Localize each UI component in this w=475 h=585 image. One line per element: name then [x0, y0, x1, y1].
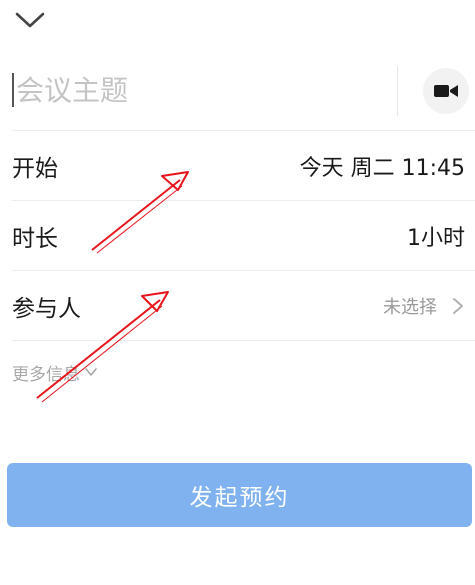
start-value: 今天 周二 11:45 — [299, 155, 465, 181]
video-camera-icon — [434, 85, 458, 97]
start-time-row[interactable]: 开始 今天 周二 11:45 — [12, 131, 475, 201]
text-caret — [12, 73, 14, 107]
participants-row[interactable]: 参与人 未选择 — [12, 271, 475, 341]
chevron-down-icon — [15, 12, 45, 28]
duration-label: 时长 — [12, 225, 58, 252]
participants-label: 参与人 — [12, 295, 81, 322]
more-info-toggle[interactable]: 更多信息 — [12, 358, 98, 386]
vertical-divider — [397, 66, 398, 116]
duration-row[interactable]: 时长 1小时 — [12, 201, 475, 271]
booking-page: 开始 今天 周二 11:45 时长 1小时 参与人 未选择 更多信息 发起预约 — [0, 0, 475, 585]
more-info-label: 更多信息 — [12, 364, 80, 385]
meeting-topic-input[interactable] — [16, 70, 386, 110]
topic-row — [12, 60, 475, 131]
duration-value: 1小时 — [407, 225, 465, 251]
chevron-right-icon — [453, 297, 463, 314]
submit-booking-button[interactable]: 发起预约 — [7, 463, 472, 527]
participants-value: 未选择 — [383, 296, 437, 318]
chevron-down-icon — [85, 368, 97, 376]
collapse-button[interactable] — [14, 6, 50, 34]
video-meeting-button[interactable] — [423, 68, 469, 114]
start-label: 开始 — [12, 155, 58, 182]
